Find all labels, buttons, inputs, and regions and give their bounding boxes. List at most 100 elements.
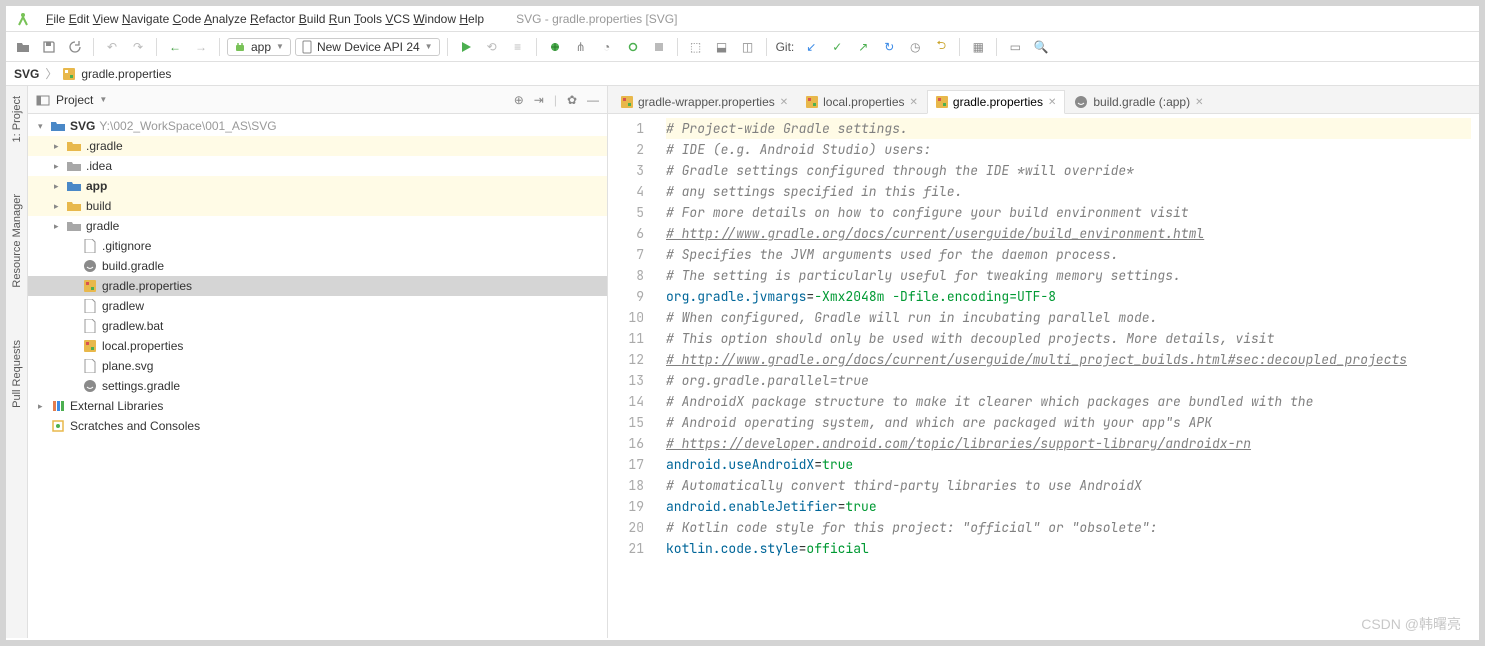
tree-item-build-gradle[interactable]: build.gradle (28, 256, 607, 276)
save-icon[interactable] (38, 36, 60, 58)
menu-analyze[interactable]: Analyze (204, 12, 247, 26)
back-icon[interactable]: ← (164, 36, 186, 58)
project-panel-header: Project ▼ ⊕ ⇥ | ✿ — (28, 86, 607, 114)
menu-run[interactable]: Run (329, 12, 351, 26)
vcs-update-icon[interactable]: ↙ (800, 36, 822, 58)
chevron-icon: ▸ (38, 401, 50, 412)
prop-icon (82, 340, 98, 352)
device-selector[interactable]: New Device API 24 ▼ (295, 38, 440, 56)
menu-bar: File Edit View Navigate Code Analyze Ref… (6, 6, 1479, 32)
tree-item-gradle[interactable]: ▸ gradle (28, 216, 607, 236)
layout-inspector-icon[interactable]: ◫ (737, 36, 759, 58)
vcs-push-icon[interactable]: ↗ (852, 36, 874, 58)
close-icon[interactable]: ✕ (1195, 97, 1203, 108)
project-tree[interactable]: ▾SVGY:\002_WorkSpace\001_AS\SVG▸.gradle▸… (28, 114, 607, 638)
gradle-icon (1074, 95, 1088, 109)
editor-tab-local-properties[interactable]: local.properties✕ (797, 90, 927, 113)
menu-file[interactable]: File (46, 12, 65, 26)
close-icon[interactable]: ✕ (910, 97, 918, 108)
vcs-commit-icon[interactable]: ✓ (826, 36, 848, 58)
debug-icon[interactable] (544, 36, 566, 58)
menu-navigate[interactable]: Navigate (122, 12, 169, 26)
structure-icon[interactable]: ▦ (967, 36, 989, 58)
tree-item-build[interactable]: ▸build (28, 196, 607, 216)
dropdown-icon[interactable]: ▼ (99, 95, 107, 104)
resource-manager-tab[interactable]: Resource Manager (9, 188, 25, 294)
tree-item--gradle[interactable]: ▸.gradle (28, 136, 607, 156)
module-selector[interactable]: app ▼ (227, 38, 291, 56)
editor-tabs: gradle-wrapper.properties✕local.properti… (608, 86, 1479, 114)
vcs-clock-icon[interactable]: ◷ (904, 36, 926, 58)
tree-label: .idea (86, 159, 112, 173)
tree-item-app[interactable]: ▸app (28, 176, 607, 196)
apply-code-icon[interactable]: ≡ (507, 36, 529, 58)
tree-label: gradle (86, 219, 119, 233)
coverage-icon[interactable]: ⋔ (570, 36, 592, 58)
pull-requests-tab[interactable]: Pull Requests (9, 334, 25, 414)
menu-help[interactable]: Help (459, 12, 484, 26)
apply-changes-icon[interactable]: ⟲ (481, 36, 503, 58)
tree-item-gradlew-bat[interactable]: gradlew.bat (28, 316, 607, 336)
android-studio-logo (14, 10, 32, 28)
attach-debugger-icon[interactable] (622, 36, 644, 58)
breadcrumb-root[interactable]: SVG (14, 67, 39, 81)
redo-icon[interactable]: ↷ (127, 36, 149, 58)
chevron-icon: ▸ (54, 221, 66, 232)
dropdown-icon: ▼ (276, 42, 284, 51)
menu-code[interactable]: Code (173, 12, 202, 26)
separator (536, 38, 537, 56)
hide-icon[interactable]: — (587, 93, 599, 107)
menu-vcs[interactable]: VCS (385, 12, 410, 26)
prop-icon (82, 280, 98, 292)
project-view-label[interactable]: Project (56, 93, 93, 107)
line-number-gutter: 123456789101112131415161718192021 (608, 114, 658, 638)
tree-item-settings-gradle[interactable]: settings.gradle (28, 376, 607, 396)
vcs-history-icon[interactable]: ↻ (878, 36, 900, 58)
menu-refactor[interactable]: Refactor (250, 12, 295, 26)
tree-item-scratches-and-consoles[interactable]: Scratches and Consoles (28, 416, 607, 436)
emulator-icon[interactable]: ▭ (1004, 36, 1026, 58)
tree-item--gitignore[interactable]: .gitignore (28, 236, 607, 256)
tree-label: plane.svg (102, 359, 153, 373)
close-icon[interactable]: ✕ (780, 97, 788, 108)
gear-icon[interactable]: ✿ (567, 93, 577, 107)
code-content[interactable]: # Project-wide Gradle settings.# IDE (e.… (658, 114, 1479, 638)
stop-icon[interactable] (648, 36, 670, 58)
close-icon[interactable]: ✕ (1048, 97, 1056, 108)
avd-icon[interactable]: ⬚ (685, 36, 707, 58)
tree-item-svg[interactable]: ▾SVGY:\002_WorkSpace\001_AS\SVG (28, 116, 607, 136)
forward-icon[interactable]: → (190, 36, 212, 58)
search-everywhere-icon[interactable]: 🔍 (1030, 36, 1052, 58)
tree-item-gradle-properties[interactable]: gradle.properties (28, 276, 607, 296)
sync-icon[interactable] (64, 36, 86, 58)
run-icon[interactable] (455, 36, 477, 58)
editor[interactable]: 123456789101112131415161718192021 # Proj… (608, 114, 1479, 638)
menu-view[interactable]: View (93, 12, 119, 26)
editor-tab-gradle-wrapper-properties[interactable]: gradle-wrapper.properties✕ (612, 90, 797, 113)
menu-tools[interactable]: Tools (354, 12, 382, 26)
open-icon[interactable] (12, 36, 34, 58)
project-tab[interactable]: 1: Project (9, 90, 25, 148)
select-opened-file-icon[interactable]: ⊕ (514, 93, 524, 107)
tree-label: gradlew (102, 299, 144, 313)
vcs-rollback-icon[interactable]: ⮌ (930, 36, 952, 58)
menu-build[interactable]: Build (299, 12, 326, 26)
main-toolbar: ↶ ↷ ← → app ▼ New Device API 24 ▼ ⟲ ≡ ⋔ … (6, 32, 1479, 62)
sdk-icon[interactable]: ⬓ (711, 36, 733, 58)
tree-item--idea[interactable]: ▸.idea (28, 156, 607, 176)
expand-all-icon[interactable]: ⇥ (534, 93, 544, 107)
editor-tab-build-gradle-app-[interactable]: build.gradle (:app)✕ (1065, 90, 1212, 113)
profiler-icon[interactable]: ◔ (596, 36, 618, 58)
tree-item-gradlew[interactable]: gradlew (28, 296, 607, 316)
tree-item-plane-svg[interactable]: plane.svg (28, 356, 607, 376)
tree-item-external-libraries[interactable]: ▸External Libraries (28, 396, 607, 416)
file-icon (82, 319, 98, 333)
breadcrumb-file[interactable]: gradle.properties (81, 67, 171, 81)
tree-label: local.properties (102, 339, 183, 353)
menu-edit[interactable]: Edit (69, 12, 90, 26)
menu-window[interactable]: Window (413, 12, 456, 26)
chevron-icon: ▾ (38, 121, 50, 132)
tree-item-local-properties[interactable]: local.properties (28, 336, 607, 356)
undo-icon[interactable]: ↶ (101, 36, 123, 58)
editor-tab-gradle-properties[interactable]: gradle.properties✕ (927, 90, 1065, 114)
